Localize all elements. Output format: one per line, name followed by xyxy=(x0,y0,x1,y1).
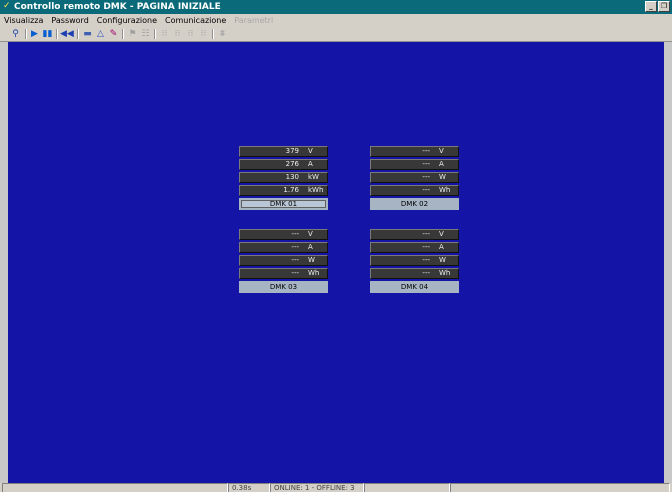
toolbar-separator xyxy=(25,29,27,39)
menu-password[interactable]: Password xyxy=(47,16,92,25)
search-icon[interactable]: ⚲ xyxy=(9,28,22,40)
toolbar-separator xyxy=(212,29,214,39)
reading-unit: kWh xyxy=(308,186,324,194)
window-title: Controllo remoto DMK - PAGINA INIZIALE xyxy=(14,2,221,12)
status-timing: 0.38s xyxy=(228,483,270,492)
reading-value: 1.76 xyxy=(283,186,299,194)
status-cell xyxy=(450,483,670,492)
window-controls: _ ❐ xyxy=(645,1,670,12)
reading-value: --- xyxy=(422,173,430,181)
reading-value: --- xyxy=(291,269,299,277)
reading-value: --- xyxy=(291,243,299,251)
menu-bar: Visualizza Password Configurazione Comun… xyxy=(0,14,672,27)
reading-value: --- xyxy=(422,160,430,168)
menu-visualizza[interactable]: Visualizza xyxy=(0,16,47,25)
title-bar: ✓ Controllo remoto DMK - PAGINA INIZIALE… xyxy=(0,0,672,14)
pause-icon[interactable]: ▮▮ xyxy=(41,28,54,40)
toolbar-separator xyxy=(154,29,156,39)
reading-energy: --- Wh xyxy=(370,268,459,279)
toolbar: ⚲ ▶ ▮▮ ◀◀ ▬ △ ✎ ⚑ ☷ ⁝⁝ ⁝⁝ ⁝⁝ ⁝⁝ ⩩ xyxy=(0,27,672,42)
status-cell xyxy=(2,483,228,492)
reading-power: --- W xyxy=(370,255,459,266)
reading-unit: Wh xyxy=(439,269,451,277)
bell-icon[interactable]: △ xyxy=(94,28,107,40)
reading-power: 130 kW xyxy=(239,172,328,183)
reading-value: 276 xyxy=(285,160,299,168)
flag-icon[interactable]: ⚑ xyxy=(126,28,139,40)
network-icon[interactable]: ⩩ xyxy=(216,28,229,40)
reading-value: --- xyxy=(291,256,299,264)
menu-configurazione[interactable]: Configurazione xyxy=(93,16,161,25)
dmk-panel-04[interactable]: --- V --- A --- W --- Wh DMK 04 xyxy=(370,229,459,293)
reading-value: 130 xyxy=(285,173,299,181)
reading-power: --- W xyxy=(239,255,328,266)
reading-unit: W xyxy=(439,256,446,264)
register-icon[interactable]: ⁝⁝ xyxy=(158,28,171,40)
main-workspace: 379 V 276 A 130 kW 1.76 kWh DMK 01 --- V… xyxy=(8,42,664,483)
list-icon[interactable]: ☷ xyxy=(139,28,152,40)
toolbar-separator xyxy=(77,29,79,39)
reading-current: --- A xyxy=(239,242,328,253)
status-connection: ONLINE: 1 - OFFLINE: 3 xyxy=(270,483,364,492)
restore-button[interactable]: ❐ xyxy=(658,1,670,12)
reading-value: --- xyxy=(291,230,299,238)
app-icon: ✓ xyxy=(3,1,11,11)
reading-unit: A xyxy=(439,160,444,168)
reading-value: --- xyxy=(422,147,430,155)
reading-unit: kW xyxy=(308,173,319,181)
reading-energy: --- Wh xyxy=(370,185,459,196)
toolbar-separator xyxy=(122,29,124,39)
reading-current: --- A xyxy=(370,159,459,170)
reading-value: --- xyxy=(422,256,430,264)
keyboard-icon[interactable]: ▬ xyxy=(81,28,94,40)
menu-comunicazione[interactable]: Comunicazione xyxy=(161,16,230,25)
reading-unit: V xyxy=(308,147,313,155)
reading-voltage: --- V xyxy=(370,229,459,240)
minimize-button[interactable]: _ xyxy=(645,1,657,12)
register-icon[interactable]: ⁝⁝ xyxy=(171,28,184,40)
reading-unit: A xyxy=(308,160,313,168)
dmk-panel-02[interactable]: --- V --- A --- W --- Wh DMK 02 xyxy=(370,146,459,210)
reading-current: 276 A xyxy=(239,159,328,170)
reading-unit: A xyxy=(308,243,313,251)
dmk-panel-01[interactable]: 379 V 276 A 130 kW 1.76 kWh DMK 01 xyxy=(239,146,328,210)
register-icon[interactable]: ⁝⁝ xyxy=(197,28,210,40)
reading-unit: Wh xyxy=(308,269,320,277)
status-cell xyxy=(364,483,450,492)
rewind-icon[interactable]: ◀◀ xyxy=(60,28,74,40)
status-bar: 0.38s ONLINE: 1 - OFFLINE: 3 xyxy=(0,483,672,492)
device-label-button[interactable]: DMK 02 xyxy=(370,198,459,210)
device-label-button[interactable]: DMK 01 xyxy=(239,198,328,210)
reading-voltage: 379 V xyxy=(239,146,328,157)
reading-value: --- xyxy=(422,243,430,251)
dmk-panel-03[interactable]: --- V --- A --- W --- Wh DMK 03 xyxy=(239,229,328,293)
reading-power: --- W xyxy=(370,172,459,183)
toolbar-separator xyxy=(56,29,58,39)
register-icon[interactable]: ⁝⁝ xyxy=(184,28,197,40)
reading-voltage: --- V xyxy=(370,146,459,157)
reading-current: --- A xyxy=(370,242,459,253)
reading-unit: Wh xyxy=(439,186,451,194)
device-label-button[interactable]: DMK 04 xyxy=(370,281,459,293)
menu-parametri[interactable]: Parametri xyxy=(230,16,277,25)
reading-energy: 1.76 kWh xyxy=(239,185,328,196)
reading-unit: A xyxy=(439,243,444,251)
reading-energy: --- Wh xyxy=(239,268,328,279)
reading-value: --- xyxy=(422,186,430,194)
reading-unit: V xyxy=(439,230,444,238)
reading-unit: V xyxy=(439,147,444,155)
reading-value: --- xyxy=(422,230,430,238)
reading-value: 379 xyxy=(285,147,299,155)
wrench-icon[interactable]: ✎ xyxy=(107,28,120,40)
reading-unit: W xyxy=(439,173,446,181)
play-icon[interactable]: ▶ xyxy=(28,28,41,40)
reading-value: --- xyxy=(422,269,430,277)
reading-unit: W xyxy=(308,256,315,264)
reading-voltage: --- V xyxy=(239,229,328,240)
reading-unit: V xyxy=(308,230,313,238)
device-label-button[interactable]: DMK 03 xyxy=(239,281,328,293)
